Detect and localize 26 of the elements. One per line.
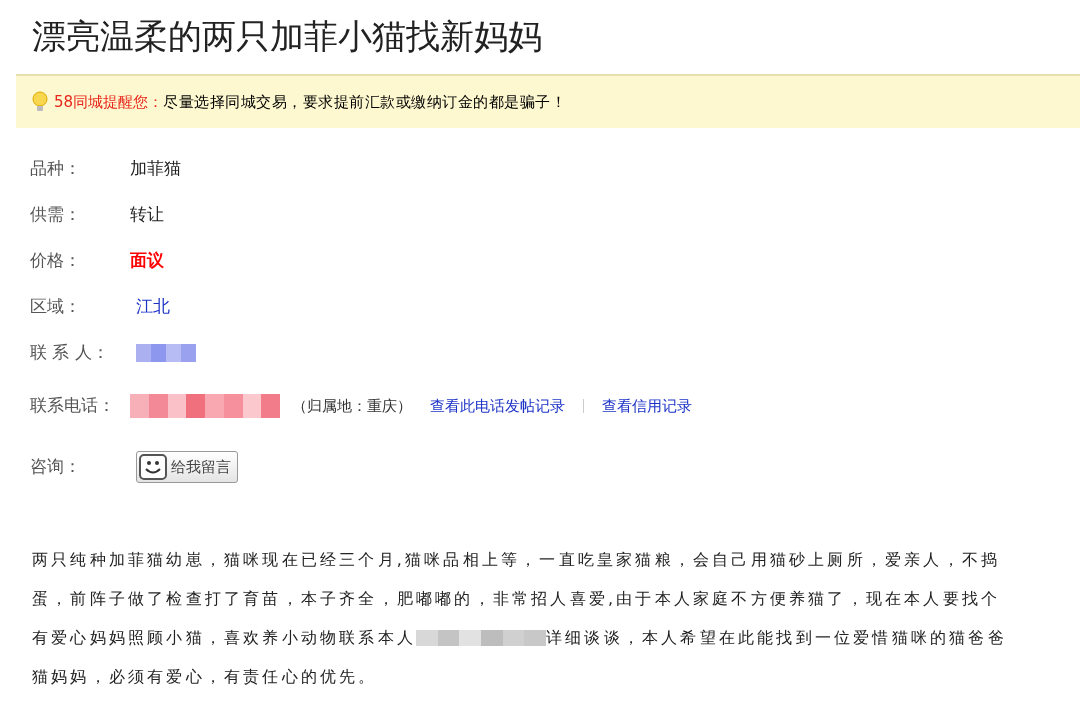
region-link[interactable]: 江北 bbox=[136, 294, 170, 320]
field-label: 联 系 人： bbox=[30, 341, 110, 365]
field-label: 联系电话： bbox=[30, 394, 116, 418]
notice-text: 尽量选择同城交易，要求提前汇款或缴纳订金的都是骗子！ bbox=[163, 91, 567, 113]
field-label: 价格： bbox=[30, 249, 82, 273]
field-label: 区域： bbox=[30, 295, 82, 319]
notice-label: 58同城提醒您： bbox=[54, 91, 164, 113]
description-text: 两只纯种加菲猫幼崽，猫咪现在已经三个月,猫咪品相上等，一直吃皇家猫粮，会自己用猫砂上厕所，爱亲人，不捣 bbox=[32, 548, 1001, 571]
description-text: 蛋，前阵子做了检查打了育苗，本子齐全，肥嘟嘟的，非常招人喜爱,由于本人家庭不方便养猫了，现在本人要找个 bbox=[32, 587, 1001, 610]
field-label: 品种： bbox=[30, 157, 82, 181]
description-text: 猫妈妈，必须有爱心，有责任心的优先。 bbox=[32, 665, 378, 688]
price-value: 面议 bbox=[130, 249, 164, 273]
record-link[interactable]: 查看信用记录 bbox=[602, 394, 692, 418]
field-value: 转让 bbox=[130, 203, 164, 227]
location-note: （归属地：重庆） bbox=[292, 395, 412, 417]
field-value: 加菲猫 bbox=[130, 157, 181, 181]
lightbulb-icon bbox=[32, 91, 48, 113]
field-label: 咨询： bbox=[30, 455, 82, 479]
description-text: 详细谈谈，本人希望在此能找到一位爱惜猫咪的猫爸爸 bbox=[546, 626, 1007, 649]
record-link[interactable]: 查看此电话发帖记录 bbox=[430, 394, 565, 418]
page-title: 漂亮温柔的两只加菲小猫找新妈妈 bbox=[32, 15, 543, 58]
description-text: 有爱心妈妈照顾小猫，喜欢养小动物联系本人 bbox=[32, 626, 416, 649]
blurred-text bbox=[136, 344, 196, 362]
field-label: 供需： bbox=[30, 203, 82, 227]
smiley-icon bbox=[139, 454, 167, 480]
message-button[interactable]: 给我留言 bbox=[136, 451, 238, 483]
